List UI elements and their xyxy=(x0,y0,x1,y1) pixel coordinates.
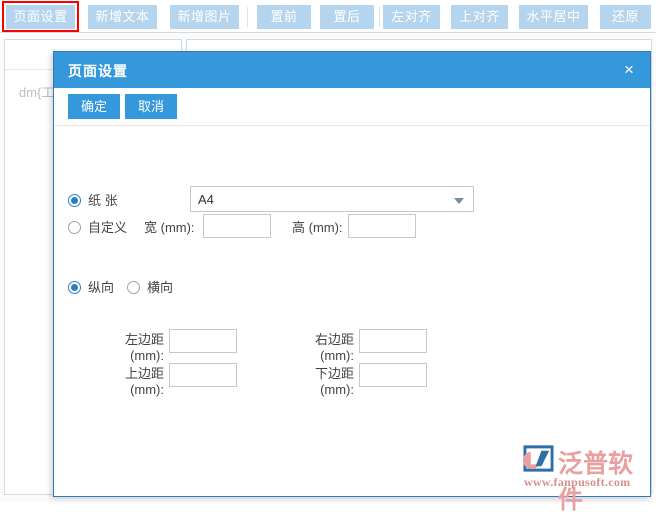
custom-height-input[interactable] xyxy=(348,214,416,238)
toolbar-button-bring-front[interactable]: 置前 xyxy=(257,5,311,29)
toolbar-button-add-text[interactable]: 新增文本 xyxy=(88,5,157,29)
page-setup-dialog: 页面设置 × 确定 取消 纸 张 A4 自定义 宽 (mm): 高 (mm): xyxy=(53,51,651,497)
label-margin-bottom-line2: (mm): xyxy=(320,382,354,397)
custom-width-input[interactable] xyxy=(203,214,271,238)
label-custom: 自定义 xyxy=(88,220,128,235)
label-margin-right-line1: 右边距 xyxy=(314,332,354,347)
toolbar-button-align-top[interactable]: 上对齐 xyxy=(451,5,508,29)
toolbar-button-add-image[interactable]: 新增图片 xyxy=(170,5,239,29)
paper-size-value: A4 xyxy=(198,192,214,207)
toolbar-button-center-horizontal[interactable]: 水平居中 xyxy=(519,5,588,29)
toolbar-button-align-left[interactable]: 左对齐 xyxy=(383,5,440,29)
label-margin-top-line1: 上边距 xyxy=(124,366,164,381)
label-custom-width: 宽 (mm): xyxy=(144,220,195,235)
dialog-titlebar: 页面设置 × xyxy=(54,52,650,88)
label-paper: 纸 张 xyxy=(88,193,118,208)
toolbar-button-send-back[interactable]: 置后 xyxy=(320,5,374,29)
margin-right-input[interactable] xyxy=(359,329,427,353)
cancel-button[interactable]: 取消 xyxy=(125,94,178,119)
margin-top-input[interactable] xyxy=(169,363,237,387)
label-margin-bottom-line1: 下边距 xyxy=(314,366,354,381)
label-margin-right-line2: (mm): xyxy=(320,348,354,363)
label-custom-height: 高 (mm): xyxy=(292,220,343,235)
label-margin-left-line1: 左边距 xyxy=(124,332,164,347)
radio-custom[interactable] xyxy=(68,221,81,234)
radio-paper[interactable] xyxy=(68,194,81,207)
margin-bottom-input[interactable] xyxy=(359,363,427,387)
label-landscape: 横向 xyxy=(147,280,174,295)
radio-portrait[interactable] xyxy=(68,281,81,294)
margin-left-input[interactable] xyxy=(169,329,237,353)
confirm-button[interactable]: 确定 xyxy=(68,94,121,119)
chevron-down-icon xyxy=(454,198,464,204)
dialog-body: 确定 取消 纸 张 A4 自定义 宽 (mm): 高 (mm): 纵向 横向 左… xyxy=(54,88,650,496)
page-setup-form: 纸 张 A4 自定义 宽 (mm): 高 (mm): 纵向 横向 左边距 (mm… xyxy=(54,126,650,496)
dialog-action-bar: 确定 取消 xyxy=(54,88,650,126)
paper-size-select[interactable]: A4 xyxy=(190,186,474,212)
toolbar-separator-2 xyxy=(379,7,380,27)
radio-landscape[interactable] xyxy=(127,281,140,294)
dialog-title: 页面设置 xyxy=(68,63,128,79)
toolbar-button-page-setup[interactable]: 页面设置 xyxy=(6,5,75,29)
toolbar: 页面设置 新增文本 新增图片 置前 置后 左对齐 上对齐 水平居中 还原 xyxy=(0,0,656,33)
label-portrait: 纵向 xyxy=(88,280,115,295)
toolbar-separator-1 xyxy=(247,7,248,27)
label-margin-top-line2: (mm): xyxy=(130,382,164,397)
label-margin-left-line2: (mm): xyxy=(130,348,164,363)
toolbar-button-restore[interactable]: 还原 xyxy=(600,5,651,29)
close-icon[interactable]: × xyxy=(618,59,640,81)
